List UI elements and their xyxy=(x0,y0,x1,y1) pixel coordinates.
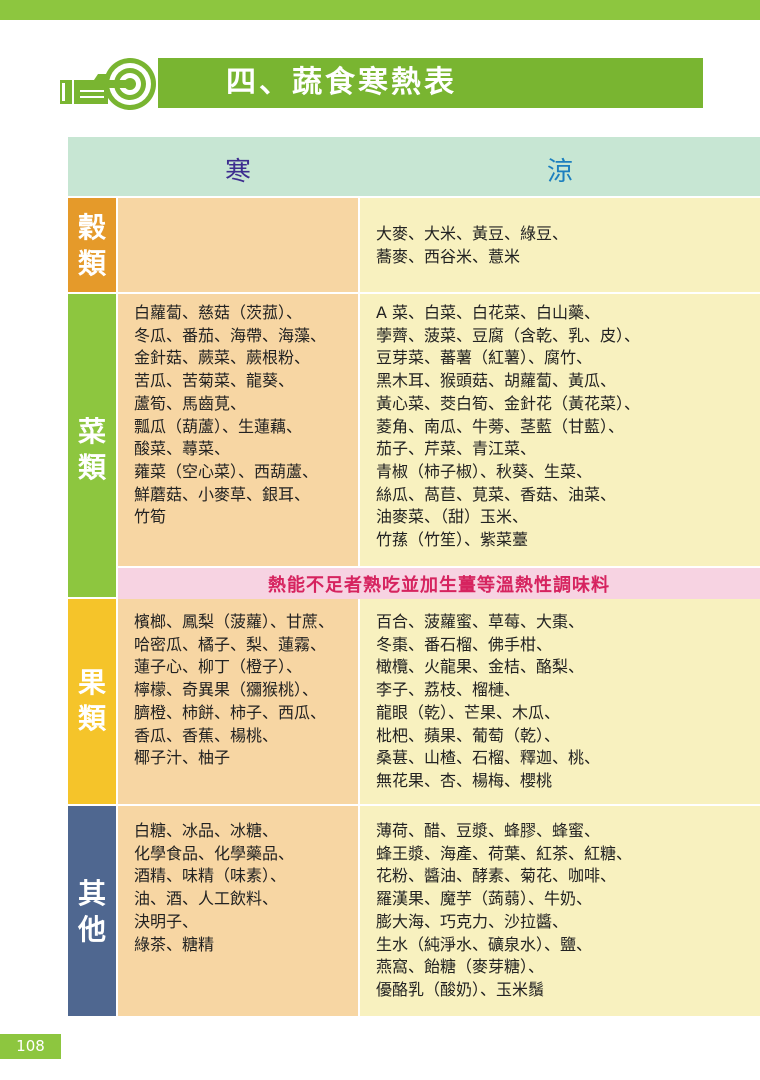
page-number: 108 xyxy=(0,1034,61,1059)
vegetables-cool-line-11: 竹蓀（竹笙）、紫菜薹 xyxy=(376,530,529,549)
vegetables-cool-line-1: A 菜、白菜、白花菜、白山藥、 xyxy=(376,303,601,322)
vegetables-cold-line-6: 瓢瓜（葫蘆）、生蓮藕、 xyxy=(134,416,303,436)
others-cool-line-5: 膨大海、巧克力、沙拉醬、 xyxy=(376,911,569,931)
category-vegetables-char-1: 菜 xyxy=(77,415,106,448)
fruits-cold-line-2: 哈密瓜、橘子、梨、蓮霧、 xyxy=(134,634,327,654)
vegetables-cool-cell: A 菜、白菜、白花菜、白山藥、 荸薺、菠菜、豆腐（含乾、乳、皮）、 豆芽菜、蕃薯… xyxy=(360,294,760,566)
fruits-cool-line-5: 龍眼（乾）、芒果、木瓜、 xyxy=(376,702,561,722)
vegetables-cold-line-3: 金針菇、蕨菜、蕨根粉、 xyxy=(134,348,311,368)
fruits-cold-cell: 檳榔、鳳梨（菠蘿）、甘蔗、 哈密瓜、橘子、梨、蓮霧、 蓮子心、柳丁（橙子）、 檸… xyxy=(118,599,358,804)
category-fruits-char-1: 果 xyxy=(77,666,106,699)
vegetables-cold-line-10: 竹筍 xyxy=(134,507,167,527)
vegetables-cool-line-9: 絲瓜、萵苣、莧菜、香菇、油菜、 xyxy=(376,484,617,504)
vegetables-cold-line-2: 冬瓜、番茄、海帶、海藻、 xyxy=(134,325,327,345)
others-cool-line-6: 生水（純淨水、礦泉水）、鹽、 xyxy=(376,934,593,954)
grains-cool-line-2: 蕎麥、西谷米、薏米 xyxy=(376,246,521,266)
others-cold-line-2: 化學食品、化學藥品、 xyxy=(134,843,295,863)
grains-cool-line-1: 大麥、大米、黃豆、綠豆、 xyxy=(376,224,569,243)
fruits-cold-line-4: 檸檬、奇異果（獼猴桃）、 xyxy=(134,680,319,700)
category-others: 其 他 xyxy=(68,806,116,1016)
fruits-cool-line-7: 桑葚、山楂、石榴、釋迦、桃、 xyxy=(376,748,601,768)
page-title: 四、蔬食寒熱表 xyxy=(226,65,457,100)
others-cool-line-7: 燕窩、飴糖（麥芽糖）、 xyxy=(376,957,545,977)
header-cold: 寒 xyxy=(118,137,358,196)
food-table: 寒 涼 穀 類 菜 類 果 類 其 他 大麥、大米、黃豆、綠豆、 蕎麥、西谷米、… xyxy=(68,137,760,1016)
fruits-cold-line-1: 檳榔、鳳梨（菠蘿）、甘蔗、 xyxy=(134,612,335,631)
vegetables-cool-line-8: 青椒（柿子椒）、秋葵、生菜、 xyxy=(376,461,593,481)
vegetables-cool-line-5: 黃心菜、茭白筍、金針花（黃花菜）、 xyxy=(376,393,641,413)
grains-cool-cell: 大麥、大米、黃豆、綠豆、 蕎麥、西谷米、薏米 xyxy=(360,198,760,292)
fruits-cold-line-7: 椰子汁、柚子 xyxy=(134,748,231,768)
others-cool-line-3: 花粉、醬油、酵素、菊花、咖啡、 xyxy=(376,866,617,886)
category-others-char-1: 其 xyxy=(77,877,106,910)
vegetables-cool-line-3: 豆芽菜、蕃薯（紅薯）、腐竹、 xyxy=(376,348,593,368)
vegetables-cool-line-4: 黑木耳、猴頭菇、胡蘿蔔、黃瓜、 xyxy=(376,371,617,391)
vegetables-cool-line-6: 菱角、南瓜、牛蒡、茎藍（甘藍）、 xyxy=(376,416,625,436)
vegetables-cool-line-10: 油麥菜、（甜）玉米、 xyxy=(376,507,529,527)
vegetables-cold-line-1: 白蘿蔔、慈菇（茨菰）、 xyxy=(134,303,303,322)
fruits-cool-line-2: 冬棗、番石榴、佛手柑、 xyxy=(376,634,553,654)
category-grains: 穀 類 xyxy=(68,198,116,292)
header-cool: 涼 xyxy=(360,137,760,196)
pointing-hand-target-icon xyxy=(60,58,156,110)
vegetables-cold-line-5: 蘆筍、馬齒莧、 xyxy=(134,393,247,413)
fruits-cold-line-5: 臍橙、柿餅、柿子、西瓜、 xyxy=(134,702,327,722)
fruits-cold-line-6: 香瓜、香蕉、楊桃、 xyxy=(134,725,279,745)
others-cool-line-2: 蜂王漿、海產、荷葉、紅茶、紅糖、 xyxy=(376,843,633,863)
others-cold-line-5: 決明子、 xyxy=(134,911,199,931)
others-cool-line-4: 羅漢果、魔芋（蒟蒻）、牛奶、 xyxy=(376,889,593,909)
others-cold-cell: 白糖、冰品、冰糖、 化學食品、化學藥品、 酒精、味精（味素）、 油、酒、人工飲料… xyxy=(118,806,358,1016)
fruits-cool-line-3: 橄欖、火龍果、金桔、酪梨、 xyxy=(376,657,585,677)
vegetables-cold-cell: 白蘿蔔、慈菇（茨菰）、 冬瓜、番茄、海帶、海藻、 金針菇、蕨菜、蕨根粉、 苦瓜、… xyxy=(118,294,358,566)
section-title: 四、蔬食寒熱表 xyxy=(58,58,703,110)
others-cold-line-4: 油、酒、人工飲料、 xyxy=(134,889,279,909)
header-cold-label: 寒 xyxy=(224,157,251,187)
fruits-cool-line-6: 枇杷、蘋果、葡萄（乾）、 xyxy=(376,725,561,745)
category-fruits-char-2: 類 xyxy=(77,702,106,735)
top-bar xyxy=(0,0,760,20)
others-cool-line-1: 薄荷、醋、豆漿、蜂膠、蜂蜜、 xyxy=(376,821,601,840)
category-vegetables-char-2: 類 xyxy=(77,451,106,484)
fruits-cool-line-1: 百合、菠蘿蜜、草莓、大棗、 xyxy=(376,612,585,631)
vegetables-cool-line-7: 茄子、芹菜、青江菜、 xyxy=(376,439,537,459)
others-cool-line-8: 優酪乳（酸奶）、玉米鬚 xyxy=(376,979,545,999)
category-fruits: 果 類 xyxy=(68,599,116,804)
others-cold-line-6: 綠茶、糖精 xyxy=(134,934,215,954)
vegetable-note: 熱能不足者熟吃並加生薑等溫熱性調味料 xyxy=(268,575,610,596)
category-vegetables: 菜 類 xyxy=(68,294,116,597)
category-grains-char-1: 穀 xyxy=(77,211,106,244)
fruits-cool-line-8: 無花果、杏、楊梅、櫻桃 xyxy=(376,770,553,790)
header-cool-label: 涼 xyxy=(546,157,573,187)
others-cold-line-1: 白糖、冰品、冰糖、 xyxy=(134,821,279,840)
category-grains-char-2: 類 xyxy=(77,247,106,280)
others-cold-line-3: 酒精、味精（味素）、 xyxy=(134,866,287,886)
category-others-char-2: 他 xyxy=(77,913,106,946)
fruits-cool-cell: 百合、菠蘿蜜、草莓、大棗、 冬棗、番石榴、佛手柑、 橄欖、火龍果、金桔、酪梨、 … xyxy=(360,599,760,804)
fruits-cold-line-3: 蓮子心、柳丁（橙子）、 xyxy=(134,657,303,677)
vegetables-cold-line-4: 苦瓜、苦菊菜、龍葵、 xyxy=(134,371,295,391)
others-cool-cell: 薄荷、醋、豆漿、蜂膠、蜂蜜、 蜂王漿、海產、荷葉、紅茶、紅糖、 花粉、醬油、酵素… xyxy=(360,806,760,1016)
vegetable-note-band: 熱能不足者熟吃並加生薑等溫熱性調味料 xyxy=(118,568,760,599)
vegetables-cold-line-9: 鮮蘑菇、小麥草、銀耳、 xyxy=(134,484,311,504)
grains-cold-cell xyxy=(118,198,358,292)
vegetables-cold-line-7: 酸菜、蕁菜、 xyxy=(134,439,231,459)
fruits-cool-line-4: 李子、荔枝、榴槤、 xyxy=(376,680,521,700)
vegetables-cold-line-8: 蕹菜（空心菜）、西葫蘆、 xyxy=(134,461,319,481)
vegetables-cool-line-2: 荸薺、菠菜、豆腐（含乾、乳、皮）、 xyxy=(376,325,641,345)
